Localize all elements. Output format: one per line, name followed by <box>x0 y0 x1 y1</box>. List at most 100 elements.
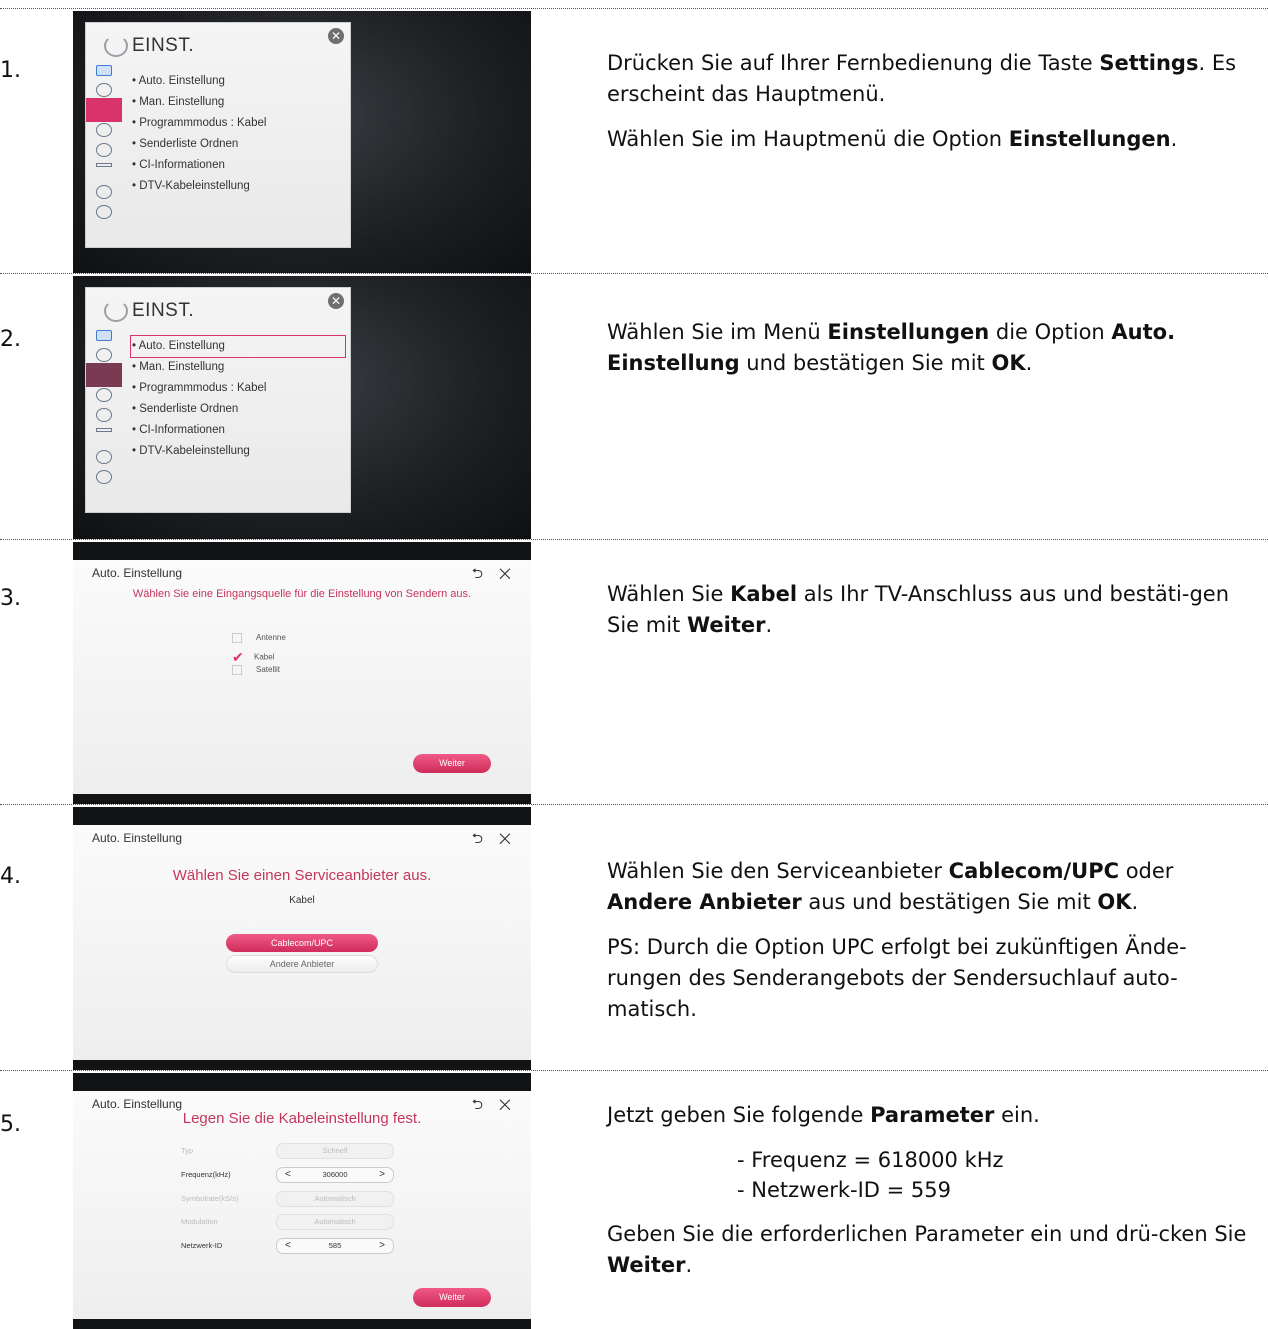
menu-title: EINST. <box>132 35 195 56</box>
paragraph: PS: Durch die Option UPC erfolgt bei zuk… <box>607 935 1187 1021</box>
step-description: Jetzt geben Sie folgende Parameter ein. … <box>607 1100 1257 1295</box>
frequency-field[interactable]: < 306000 > <box>276 1167 394 1183</box>
back-close-icon[interactable]: ⮌ ✕ <box>472 828 517 852</box>
paragraph: Wählen Sie Kabel als Ihr TV-Anschluss au… <box>607 582 1230 637</box>
step-number: 2. <box>0 327 21 352</box>
menu-sidebar <box>86 324 122 512</box>
step-number: 5. <box>0 1112 21 1137</box>
type-field: Schnell <box>276 1143 394 1159</box>
close-icon[interactable]: ✕ <box>328 293 344 309</box>
satellite-dish-icon <box>104 35 128 57</box>
sidebar-selected[interactable] <box>86 98 122 122</box>
provider-other-button[interactable]: Andere Anbieter <box>226 955 378 973</box>
dialog-title: Auto. Einstellung <box>92 831 183 845</box>
menu-item[interactable]: • Auto. Einstellung <box>132 336 266 357</box>
sidebar-selected[interactable] <box>86 363 122 387</box>
menu-item[interactable]: • Senderliste Ordnen <box>132 134 266 155</box>
audio-icon <box>96 348 112 362</box>
lock-icon <box>96 408 112 422</box>
step-row-1: 1. EINST. ✕ • Auto. Einstellung • Man. E… <box>0 0 1268 273</box>
step-number: 1. <box>0 58 21 83</box>
menu-item[interactable]: • Senderliste Ordnen <box>132 399 266 420</box>
back-close-icon[interactable]: ⮌ ✕ <box>472 563 517 587</box>
tv-screenshot: EINST. ✕ • Auto. Einstellung • Man. Eins… <box>73 276 531 539</box>
menu-item[interactable]: • Programmmodus : Kabel <box>132 378 266 399</box>
menu-item[interactable]: • CI-Informationen <box>132 155 266 176</box>
support-icon <box>96 205 112 219</box>
menu-item[interactable]: • Programmmodus : Kabel <box>132 113 266 134</box>
menu-sidebar <box>86 59 122 247</box>
menu-item[interactable]: • Man. Einstellung <box>132 92 266 113</box>
modulation-field: Automatisch <box>276 1214 394 1230</box>
tv-screenshot: Auto. Einstellung ⮌ ✕ Legen Sie die Kabe… <box>73 1073 531 1329</box>
symbolrate-field: Automatisch <box>276 1191 394 1207</box>
field-label: Symbolrate(kS/s) <box>181 1194 239 1203</box>
dialog-title: Auto. Einstellung <box>92 566 183 580</box>
option-satellit[interactable]: Satellit <box>232 665 280 675</box>
picture-icon <box>96 65 112 76</box>
lock-icon <box>96 143 112 157</box>
checkmark-icon: ✔ <box>232 649 244 665</box>
close-icon[interactable]: ✕ <box>328 28 344 44</box>
parameter-list: - Frequenz = 618000 kHz - Netzwerk-ID = … <box>607 1145 1257 1205</box>
checkbox-icon <box>232 665 242 675</box>
field-label: Typ <box>181 1146 194 1155</box>
menu-title: EINST. <box>132 300 195 321</box>
next-button[interactable]: Weiter <box>413 1288 491 1307</box>
arrow-right-icon[interactable]: > <box>379 1168 385 1182</box>
step-row-3: 3. Auto. Einstellung ⮌ ✕ Wählen Sie eine… <box>0 539 1268 804</box>
checkbox-icon <box>232 633 242 643</box>
step-row-2: 2. EINST. ✕ • Auto. Einstellung • Man. E… <box>0 273 1268 539</box>
audio-icon <box>96 83 112 97</box>
step-number: 3. <box>0 586 21 611</box>
menu-item[interactable]: • Man. Einstellung <box>132 357 266 378</box>
setup-dialog: Auto. Einstellung ⮌ ✕ Wählen Sie einen S… <box>73 825 531 1060</box>
parameter-item: - Netzwerk-ID = 559 <box>737 1178 951 1202</box>
settings-menu: EINST. ✕ • Auto. Einstellung • Man. Eins… <box>85 287 351 513</box>
paragraph: Drücken Sie auf Ihrer Fernbedienung die … <box>607 51 1237 106</box>
menu-items: • Auto. Einstellung • Man. Einstellung •… <box>132 71 266 197</box>
next-button[interactable]: Weiter <box>413 754 491 773</box>
network-icon <box>96 450 112 464</box>
menu-item[interactable]: • CI-Informationen <box>132 420 266 441</box>
step-description: Wählen Sie den Serviceanbieter Cablecom/… <box>607 856 1257 1039</box>
tv-screenshot: Auto. Einstellung ⮌ ✕ Wählen Sie einen S… <box>73 807 531 1070</box>
arrow-left-icon[interactable]: < <box>285 1239 291 1253</box>
paragraph: Wählen Sie den Serviceanbieter Cablecom/… <box>607 859 1174 914</box>
parameter-item: - Frequenz = 618000 kHz <box>737 1148 1004 1172</box>
paragraph: Geben Sie die erforderlichen Parameter e… <box>607 1222 1247 1277</box>
tv-screenshot: Auto. Einstellung ⮌ ✕ Wählen Sie eine Ei… <box>73 542 531 804</box>
step-description: Drücken Sie auf Ihrer Fernbedienung die … <box>607 48 1257 169</box>
paragraph: Jetzt geben Sie folgende Parameter ein. <box>607 1103 1040 1127</box>
paragraph: Wählen Sie im Hauptmenü die Option Einst… <box>607 127 1178 151</box>
option-kabel[interactable]: ✔ Kabel <box>232 649 274 666</box>
dialog-subtitle: Legen Sie die Kabeleinstellung fest. <box>182 1110 422 1127</box>
step-description: Wählen Sie Kabel als Ihr TV-Anschluss au… <box>607 579 1257 655</box>
time-icon <box>96 123 112 137</box>
field-label: Modulation <box>181 1217 218 1226</box>
menu-items: • Auto. Einstellung • Man. Einstellung •… <box>132 336 266 462</box>
arrow-right-icon[interactable]: > <box>379 1239 385 1253</box>
network-icon <box>96 185 112 199</box>
field-label: Netzwerk-ID <box>181 1241 223 1250</box>
field-label: Frequenz(kHz) <box>181 1170 231 1179</box>
option-antenne[interactable]: Antenne <box>232 633 286 643</box>
source-label: Kabel <box>289 895 315 906</box>
menu-item[interactable]: • DTV-Kabeleinstellung <box>132 441 266 462</box>
step-row-5: 5. Auto. Einstellung ⮌ ✕ Legen Sie die K… <box>0 1070 1268 1329</box>
menu-item[interactable]: • DTV-Kabeleinstellung <box>132 176 266 197</box>
tv-screenshot: EINST. ✕ • Auto. Einstellung • Man. Eins… <box>73 11 531 273</box>
dialog-subtitle: Wählen Sie eine Eingangsquelle für die E… <box>132 588 472 600</box>
dialog-subtitle: Wählen Sie einen Serviceanbieter aus. <box>172 867 432 884</box>
setup-dialog: Auto. Einstellung ⮌ ✕ Legen Sie die Kabe… <box>73 1091 531 1323</box>
dialog-title: Auto. Einstellung <box>92 1097 183 1111</box>
time-icon <box>96 388 112 402</box>
step-row-4: 4. Auto. Einstellung ⮌ ✕ Wählen Sie eine… <box>0 804 1268 1070</box>
arrow-left-icon[interactable]: < <box>285 1168 291 1182</box>
setup-dialog: Auto. Einstellung ⮌ ✕ Wählen Sie eine Ei… <box>73 560 531 794</box>
menu-item[interactable]: • Auto. Einstellung <box>132 71 266 92</box>
network-id-field[interactable]: < 585 > <box>276 1238 394 1254</box>
provider-cablecom-button[interactable]: Cablecom/UPC <box>226 934 378 952</box>
step-description: Wählen Sie im Menü Einstellungen die Opt… <box>607 317 1257 393</box>
divider-icon <box>96 163 112 167</box>
